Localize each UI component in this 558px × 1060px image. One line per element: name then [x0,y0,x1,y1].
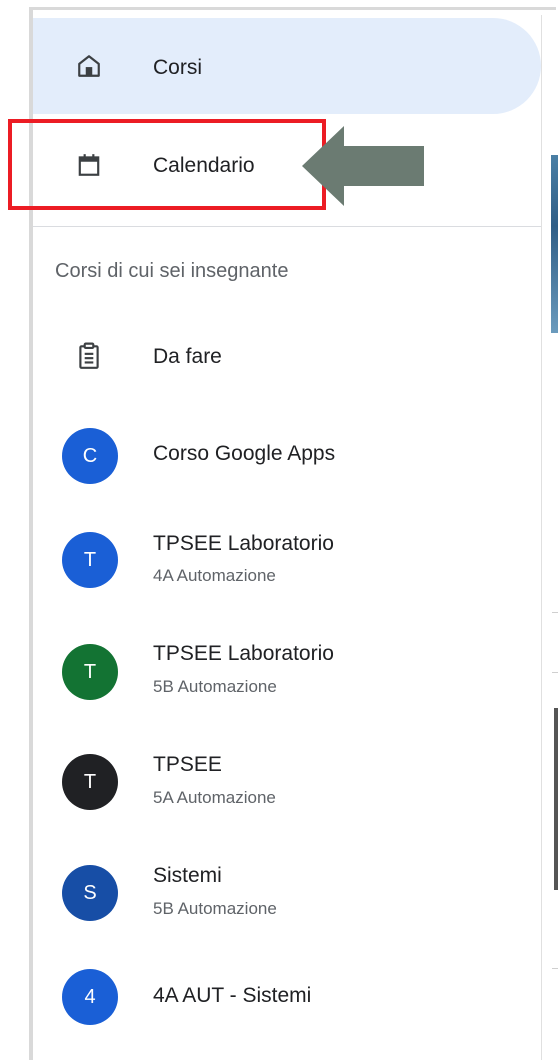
content-divider [552,612,558,613]
course-avatar: 4 [62,969,118,1025]
course-name: TPSEE [153,753,222,776]
course-item[interactable]: C Corso Google Apps [33,408,541,504]
course-subtitle: 5B Automazione [153,899,277,918]
content-divider [552,968,558,969]
course-item[interactable]: T TPSEE Laboratorio 4A Automazione [33,514,541,614]
nav-item-label: Corsi [153,56,203,79]
content-divider [552,672,558,673]
home-icon [75,52,103,80]
course-name: TPSEE Laboratorio [153,642,334,665]
clipboard-icon [75,342,103,370]
course-subtitle: 5B Automazione [153,677,277,696]
highlight-box [8,119,326,210]
course-avatar: T [62,532,118,588]
course-item[interactable]: 4 4A AUT - Sistemi [33,958,541,1054]
section-title: Corsi di cui sei insegnante [55,260,289,282]
content-banner-edge [551,155,558,333]
course-name: Sistemi [153,864,222,887]
content-dark-edge [554,708,558,890]
course-item[interactable]: S Sistemi 5B Automazione [33,847,541,947]
course-subtitle: 5A Automazione [153,788,276,807]
nav-item-corsi[interactable]: Corsi [33,18,541,114]
nav-item-label: Da fare [153,345,222,368]
course-name: TPSEE Laboratorio [153,532,334,555]
nav-item-da-fare[interactable]: Da fare [33,312,541,402]
course-item[interactable]: T TPSEE 5A Automazione [33,736,541,836]
course-name: Corso Google Apps [153,442,336,465]
arrow-left-icon [302,126,424,206]
course-avatar: S [62,865,118,921]
course-name: 4A AUT - Sistemi [153,984,312,1007]
course-avatar: T [62,754,118,810]
course-avatar: T [62,644,118,700]
course-subtitle: 4A Automazione [153,566,276,585]
course-avatar: C [62,428,118,484]
drawer-screenshot: Corsi Calendario Corsi di cui sei insegn… [0,0,558,1060]
drawer-divider [33,226,541,227]
course-item[interactable]: T TPSEE Laboratorio 5B Automazione [33,624,541,724]
